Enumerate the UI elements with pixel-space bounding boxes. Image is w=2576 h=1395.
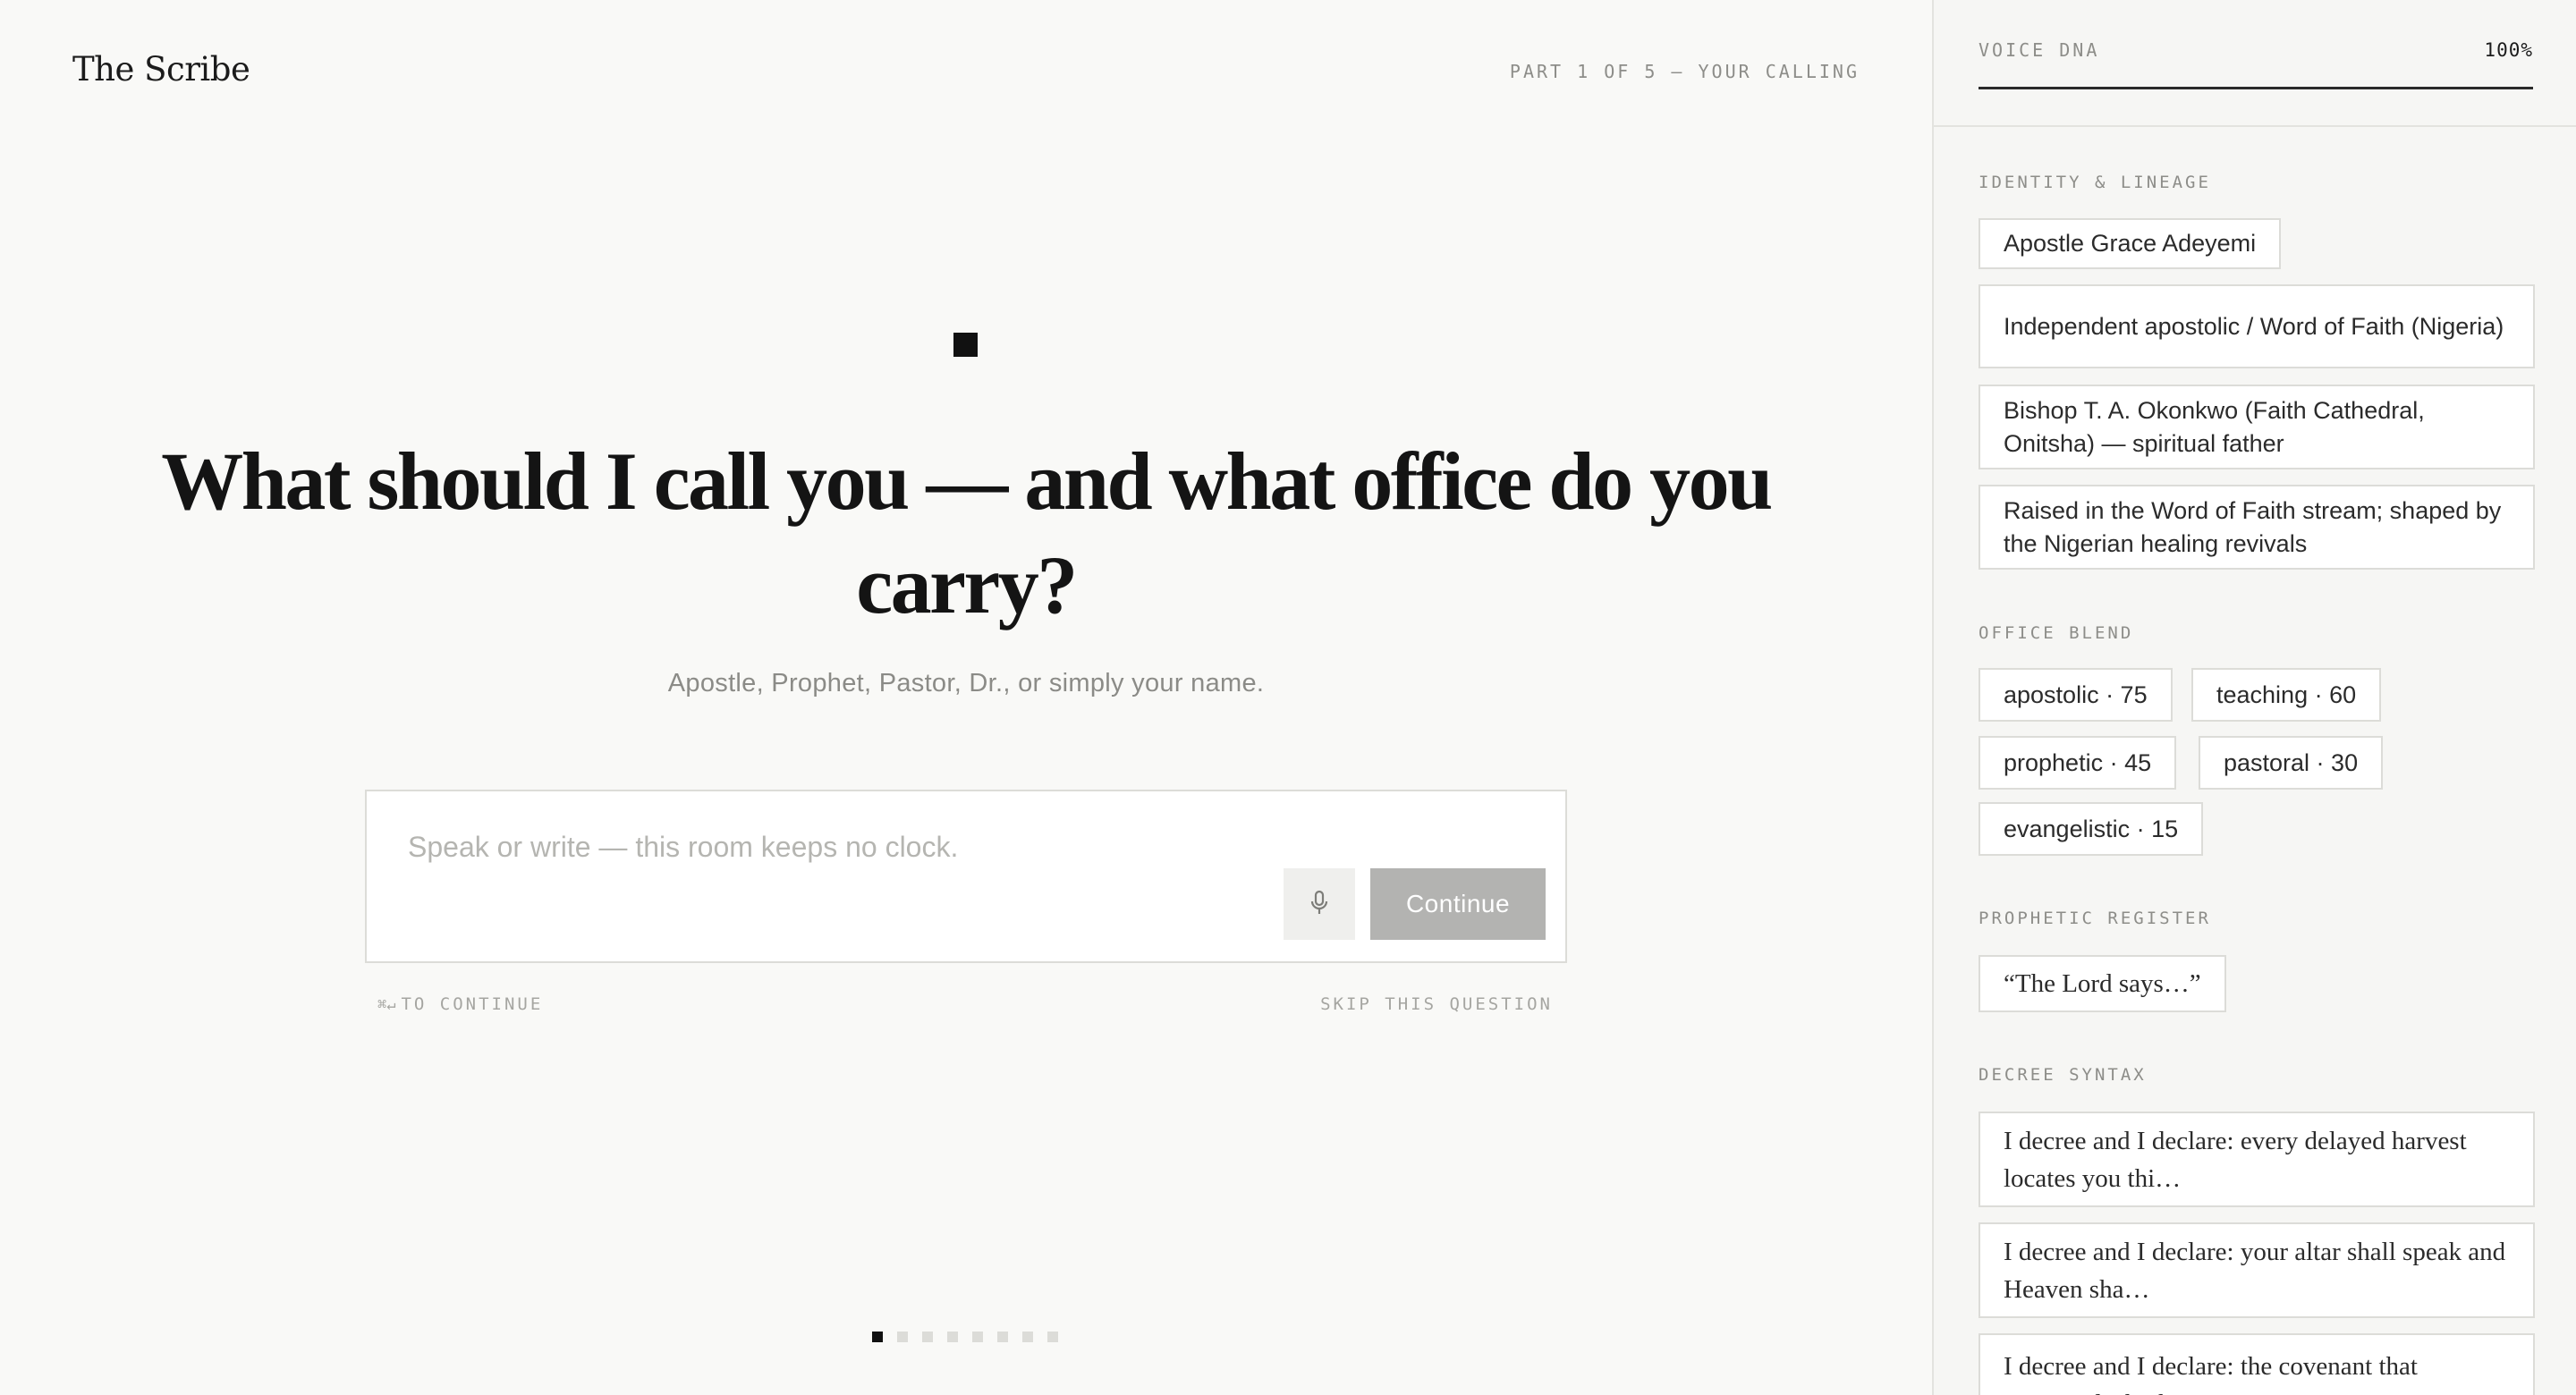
identity-card[interactable]: Apostle Grace Adeyemi <box>1979 218 2282 269</box>
pager-dot[interactable] <box>1022 1332 1033 1342</box>
pager-dot[interactable] <box>997 1332 1008 1342</box>
pager-dot[interactable] <box>972 1332 983 1342</box>
identity-card[interactable]: Independent apostolic / Word of Faith (N… <box>1979 284 2535 368</box>
app: The Scribe PART 1 OF 5 — YOUR CALLING Wh… <box>0 0 2576 1395</box>
brand-logo: The Scribe <box>72 50 250 89</box>
decree-card[interactable]: I decree and I declare: the covenant tha… <box>1979 1333 2535 1395</box>
pager-dot[interactable] <box>947 1332 958 1342</box>
office-chip-teaching[interactable]: teaching · 60 <box>2191 668 2382 722</box>
shortcut-hint: ⌘↵ TO CONTINUE <box>377 994 543 1014</box>
question-pager <box>872 1332 1058 1342</box>
office-chip-pastoral[interactable]: pastoral · 30 <box>2199 736 2384 790</box>
microphone-icon <box>1309 890 1329 919</box>
pager-dot[interactable] <box>872 1332 883 1342</box>
pager-dot[interactable] <box>897 1332 908 1342</box>
voice-dna-header: VOICE DNA 100% <box>1979 39 2533 89</box>
voice-dna-panel: VOICE DNA 100% IDENTITY & LINEAGE Apostl… <box>1932 0 2576 1395</box>
pager-dot[interactable] <box>922 1332 933 1342</box>
focus-square-icon <box>953 333 978 357</box>
answer-box: Continue <box>365 790 1567 963</box>
section-label-decree-syntax: DECREE SYNTAX <box>1979 1065 2147 1085</box>
identity-card[interactable]: Raised in the Word of Faith stream; shap… <box>1979 485 2535 570</box>
prophetic-register-card[interactable]: “The Lord says…” <box>1979 955 2226 1012</box>
question-title: What should I call you — and what office… <box>161 435 1773 630</box>
decree-card[interactable]: I decree and I declare: every delayed ha… <box>1979 1112 2535 1207</box>
question-hint: Apostle, Prophet, Pastor, Dr., or simply… <box>667 669 1265 698</box>
office-chip-apostolic[interactable]: apostolic · 75 <box>1979 668 2173 722</box>
answer-input[interactable] <box>408 831 1302 864</box>
identity-card[interactable]: Bishop T. A. Okonkwo (Faith Cathedral, O… <box>1979 385 2535 469</box>
section-label-prophetic-register: PROPHETIC REGISTER <box>1979 909 2211 928</box>
voice-dna-title: VOICE DNA <box>1979 39 2100 61</box>
enter-key-icon: ⌘↵ <box>377 996 396 1014</box>
skip-question-link[interactable]: SKIP THIS QUESTION <box>1320 994 1553 1014</box>
voice-dna-percent: 100% <box>2484 39 2533 61</box>
section-label-identity: IDENTITY & LINEAGE <box>1979 173 2211 192</box>
office-chip-prophetic[interactable]: prophetic · 45 <box>1979 736 2177 790</box>
mic-button[interactable] <box>1284 868 1355 940</box>
decree-card[interactable]: I decree and I declare: your altar shall… <box>1979 1222 2535 1318</box>
progress-label: PART 1 OF 5 — YOUR CALLING <box>1509 61 1860 82</box>
continue-button[interactable]: Continue <box>1370 868 1546 940</box>
shortcut-label: TO CONTINUE <box>401 994 544 1014</box>
section-label-office-blend: OFFICE BLEND <box>1979 623 2134 643</box>
panel-divider <box>1934 125 2576 127</box>
pager-dot[interactable] <box>1047 1332 1058 1342</box>
main-column: The Scribe PART 1 OF 5 — YOUR CALLING Wh… <box>0 0 1932 1395</box>
office-chip-evangelistic[interactable]: evangelistic · 15 <box>1979 802 2204 856</box>
